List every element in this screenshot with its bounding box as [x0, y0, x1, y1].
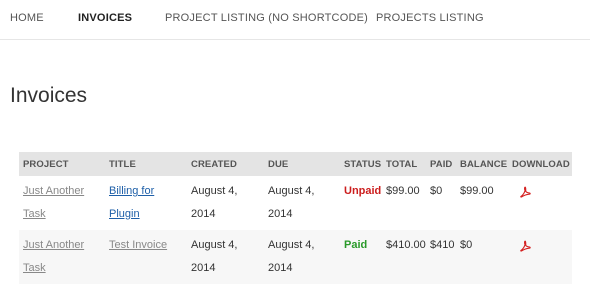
- created-date: August 4, 2014: [187, 230, 264, 284]
- top-navigation: HOME INVOICES PROJECT LISTING (NO SHORTC…: [0, 0, 590, 40]
- column-header-due: DUE: [264, 152, 340, 176]
- pdf-icon[interactable]: [520, 238, 531, 261]
- due-date: August 4, 2014: [268, 185, 315, 220]
- total-amount: $410.00: [382, 230, 426, 284]
- nav-item-home[interactable]: HOME: [10, 12, 44, 24]
- invoice-title-link[interactable]: Test Invoice: [109, 239, 167, 251]
- table-row: Just Another Task Test Invoice August 4,…: [19, 230, 572, 284]
- status-cell: Paid: [340, 230, 382, 284]
- status-cell: Unpaid: [340, 176, 382, 230]
- status-badge: Paid: [344, 239, 368, 251]
- project-link[interactable]: Just Another Task: [23, 239, 84, 274]
- column-header-total: TOTAL: [382, 152, 426, 176]
- title-cell: Billing for Plugin: [105, 176, 187, 230]
- column-header-created: CREATED: [187, 152, 264, 176]
- created-date: August 4, 2014: [191, 185, 238, 220]
- invoice-title-link[interactable]: Billing for Plugin: [109, 185, 154, 220]
- table-header-row: PROJECT TITLE CREATED DUE STATUS TOTAL P…: [19, 152, 572, 176]
- column-header-paid: PAID: [426, 152, 456, 176]
- download-cell: [508, 230, 572, 284]
- nav-item-invoices[interactable]: INVOICES: [78, 12, 132, 24]
- paid-amount: $410: [426, 230, 456, 284]
- page-title: Invoices: [10, 84, 88, 107]
- project-cell: Just Another Task: [19, 176, 105, 230]
- status-badge: Unpaid: [344, 185, 382, 197]
- column-header-project: PROJECT: [19, 152, 105, 176]
- column-header-status: STATUS: [340, 152, 382, 176]
- balance-amount: $99.00: [460, 185, 494, 197]
- column-header-download: DOWNLOAD: [508, 152, 572, 176]
- table-row: Just Another Task Billing for Plugin Aug…: [19, 176, 572, 230]
- nav-item-projects-listing[interactable]: PROJECTS LISTING: [376, 12, 484, 24]
- paid-amount: $0: [430, 185, 443, 197]
- total-amount: $99.00: [386, 185, 420, 197]
- project-link[interactable]: Just Another Task: [23, 185, 84, 220]
- download-cell: [508, 176, 572, 230]
- pdf-icon[interactable]: [520, 184, 531, 207]
- invoices-table: PROJECT TITLE CREATED DUE STATUS TOTAL P…: [19, 152, 572, 284]
- title-cell: Test Invoice: [105, 230, 187, 284]
- column-header-title: TITLE: [105, 152, 187, 176]
- column-header-balance: BALANCE: [456, 152, 508, 176]
- project-cell: Just Another Task: [19, 230, 105, 284]
- nav-item-project-listing-no-shortcode[interactable]: PROJECT LISTING (NO SHORTCODE): [165, 12, 368, 24]
- due-date: August 4, 2014: [264, 230, 340, 284]
- balance-amount: $0: [456, 230, 508, 284]
